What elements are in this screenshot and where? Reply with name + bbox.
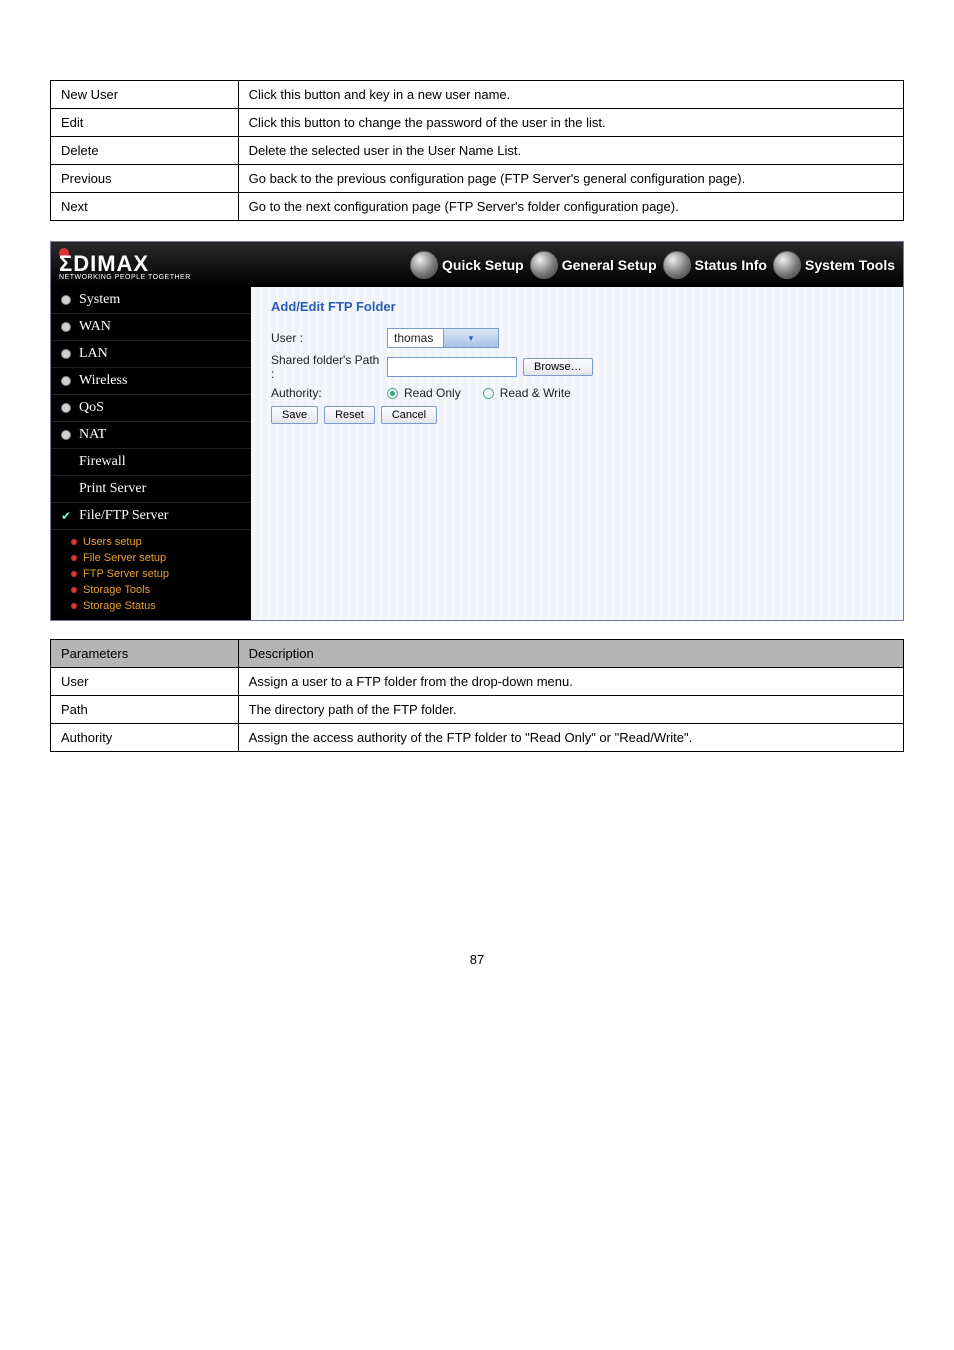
sidebar-label: System [79,292,120,308]
param-table-bottom: ParametersDescriptionUserAssign a user t… [50,639,904,752]
sidebar-item[interactable]: WAN [51,314,251,341]
param-val: Click this button and key in a new user … [238,81,903,109]
bullet-icon [61,295,71,305]
panel-title: Add/Edit FTP Folder [271,299,883,314]
reset-button[interactable]: Reset [324,406,375,424]
param-val: Go to the next configuration page (FTP S… [238,193,903,221]
page-number: 87 [50,952,904,967]
read-write-radio[interactable] [483,388,494,399]
sidebar-item[interactable]: QoS [51,395,251,422]
sidebar-sublabel: Storage Status [83,600,156,612]
sidebar-label: Wireless [79,373,127,389]
param-key: Path [51,696,239,724]
user-select[interactable]: thomas ▾ [387,328,499,348]
path-input[interactable] [387,357,517,377]
param-header-key: Parameters [51,640,239,668]
dot-icon [71,587,77,593]
sidebar-sublabel: FTP Server setup [83,568,169,580]
brand-tagline: NETWORKING PEOPLE TOGETHER [59,274,191,281]
read-only-label: Read Only [404,386,461,400]
sidebar-label: LAN [79,346,108,362]
sidebar-subitem[interactable]: Users setup [71,534,169,550]
sidebar-subitem[interactable]: Storage Status [71,598,169,614]
param-key: Delete [51,137,239,165]
nav-label: System Tools [805,257,895,273]
param-key: Previous [51,165,239,193]
chevron-down-icon: ▾ [443,329,498,347]
nav-label: General Setup [562,257,657,273]
globe-icon [663,251,691,279]
globe-icon [530,251,558,279]
sidebar-item[interactable]: ✔ File/FTP Server [51,503,251,530]
sidebar-subitem[interactable]: Storage Tools [71,582,169,598]
sidebar-sublabel: Storage Tools [83,584,150,596]
dot-icon [71,555,77,561]
user-select-value: thomas [388,331,443,345]
param-key: Edit [51,109,239,137]
nav-label: Quick Setup [442,257,524,273]
globe-icon [410,251,438,279]
dot-icon [71,539,77,545]
param-header-val: Description [238,640,903,668]
user-label: User : [271,331,381,345]
param-key: Next [51,193,239,221]
bullet-icon [61,430,71,440]
param-val: Assign the access authority of the FTP f… [238,724,903,752]
top-nav: Quick Setup General Setup Status Info Sy… [410,251,895,279]
dot-icon [71,571,77,577]
param-val: The directory path of the FTP folder. [238,696,903,724]
bullet-icon [61,322,71,332]
read-write-label: Read & Write [500,386,571,400]
browse-button[interactable]: Browse… [523,358,593,376]
content-panel: Add/Edit FTP Folder User : thomas ▾ Shar… [251,287,903,620]
sidebar: System WAN LAN Wireless QoS NAT FirewallPrint … [51,287,251,620]
cancel-button[interactable]: Cancel [381,406,437,424]
sidebar-subitem[interactable]: FTP Server setup [71,566,169,582]
nav-quick-setup[interactable]: Quick Setup [410,251,524,279]
nav-system-tools[interactable]: System Tools [773,251,895,279]
sidebar-item[interactable]: LAN [51,341,251,368]
sidebar-label: NAT [79,427,106,443]
path-label: Shared folder's Path : [271,353,381,381]
param-val: Click this button to change the password… [238,109,903,137]
bullet-icon [61,376,71,386]
param-val: Go back to the previous configuration pa… [238,165,903,193]
nav-general-setup[interactable]: General Setup [530,251,657,279]
sidebar-item[interactable]: Wireless [51,368,251,395]
param-val: Delete the selected user in the User Nam… [238,137,903,165]
param-table-top: New UserClick this button and key in a n… [50,80,904,221]
sidebar-sublabel: File Server setup [83,552,166,564]
router-admin-screenshot: ΣDIMAX NETWORKING PEOPLE TOGETHER Quick … [50,241,904,621]
brand-name: ΣDIMAX [59,254,191,274]
nav-status-info[interactable]: Status Info [663,251,767,279]
globe-icon [773,251,801,279]
sidebar-label: File/FTP Server [79,508,168,524]
sidebar-item[interactable]: Firewall [51,449,251,476]
brand-logo: ΣDIMAX NETWORKING PEOPLE TOGETHER [59,248,191,281]
sidebar-item[interactable]: System [51,287,251,314]
dot-icon [71,603,77,609]
sidebar-sublabel: Users setup [83,536,142,548]
bullet-icon [61,349,71,359]
sidebar-subitem[interactable]: File Server setup [71,550,169,566]
param-val: Assign a user to a FTP folder from the d… [238,668,903,696]
read-only-radio[interactable] [387,388,398,399]
param-key: User [51,668,239,696]
check-icon: ✔ [61,509,71,524]
bullet-icon [61,403,71,413]
sidebar-label: QoS [79,400,104,416]
sidebar-item[interactable]: NAT [51,422,251,449]
param-key: New User [51,81,239,109]
nav-label: Status Info [695,257,767,273]
sidebar-item[interactable]: Print Server [51,476,251,503]
save-button[interactable]: Save [271,406,318,424]
sidebar-label: WAN [79,319,111,335]
authority-label: Authority: [271,386,381,400]
param-key: Authority [51,724,239,752]
